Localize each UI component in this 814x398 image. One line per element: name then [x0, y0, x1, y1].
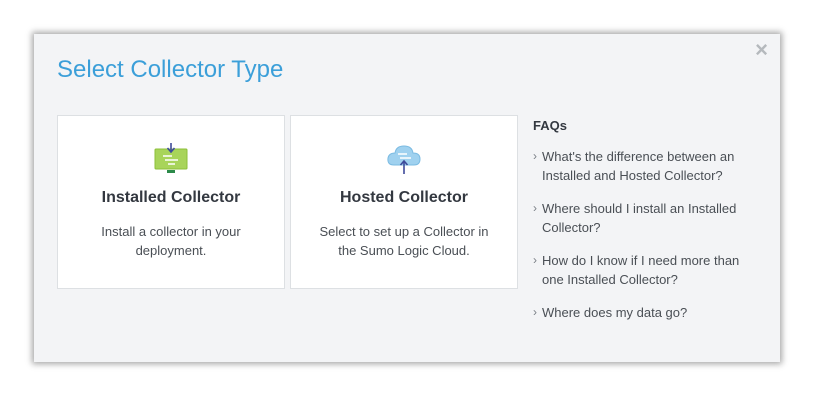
card-title: Hosted Collector [339, 189, 468, 206]
faq-heading: FAQs [533, 118, 567, 133]
faq-item-label: What's the difference between an Install… [542, 149, 735, 183]
card-description: Install a collector in your deployment. [101, 224, 241, 258]
computer-download-icon [154, 143, 188, 180]
close-icon[interactable]: × [755, 38, 768, 62]
faq-item[interactable]: › Where does my data go? [533, 303, 763, 322]
faq-section: FAQs › What's the difference between an … [533, 118, 763, 336]
faq-item-label: How do I know if I need more than one In… [542, 253, 740, 287]
faq-item-label: Where does my data go? [542, 305, 688, 320]
faq-item[interactable]: › Where should I install an Installed Co… [533, 199, 763, 237]
cloud-upload-icon [386, 143, 422, 180]
faq-item-label: Where should I install an Installed Coll… [542, 201, 737, 235]
card-title: Installed Collector [101, 189, 241, 206]
modal-title: Select Collector Type [57, 56, 284, 83]
faq-item[interactable]: › How do I know if I need more than one … [533, 251, 763, 289]
faq-item[interactable]: › What's the difference between an Insta… [533, 147, 763, 185]
chevron-right-icon: › [533, 149, 537, 163]
chevron-right-icon: › [533, 201, 537, 215]
installed-collector-card[interactable]: Installed Collector Install a collector … [57, 115, 285, 289]
hosted-collector-card[interactable]: Hosted Collector Select to set up a Coll… [290, 115, 518, 289]
chevron-right-icon: › [533, 253, 537, 267]
select-collector-modal: × Select Collector Type Installed Collec… [34, 34, 780, 362]
card-description: Select to set up a Collector in the Sumo… [319, 224, 489, 258]
chevron-right-icon: › [533, 305, 537, 319]
